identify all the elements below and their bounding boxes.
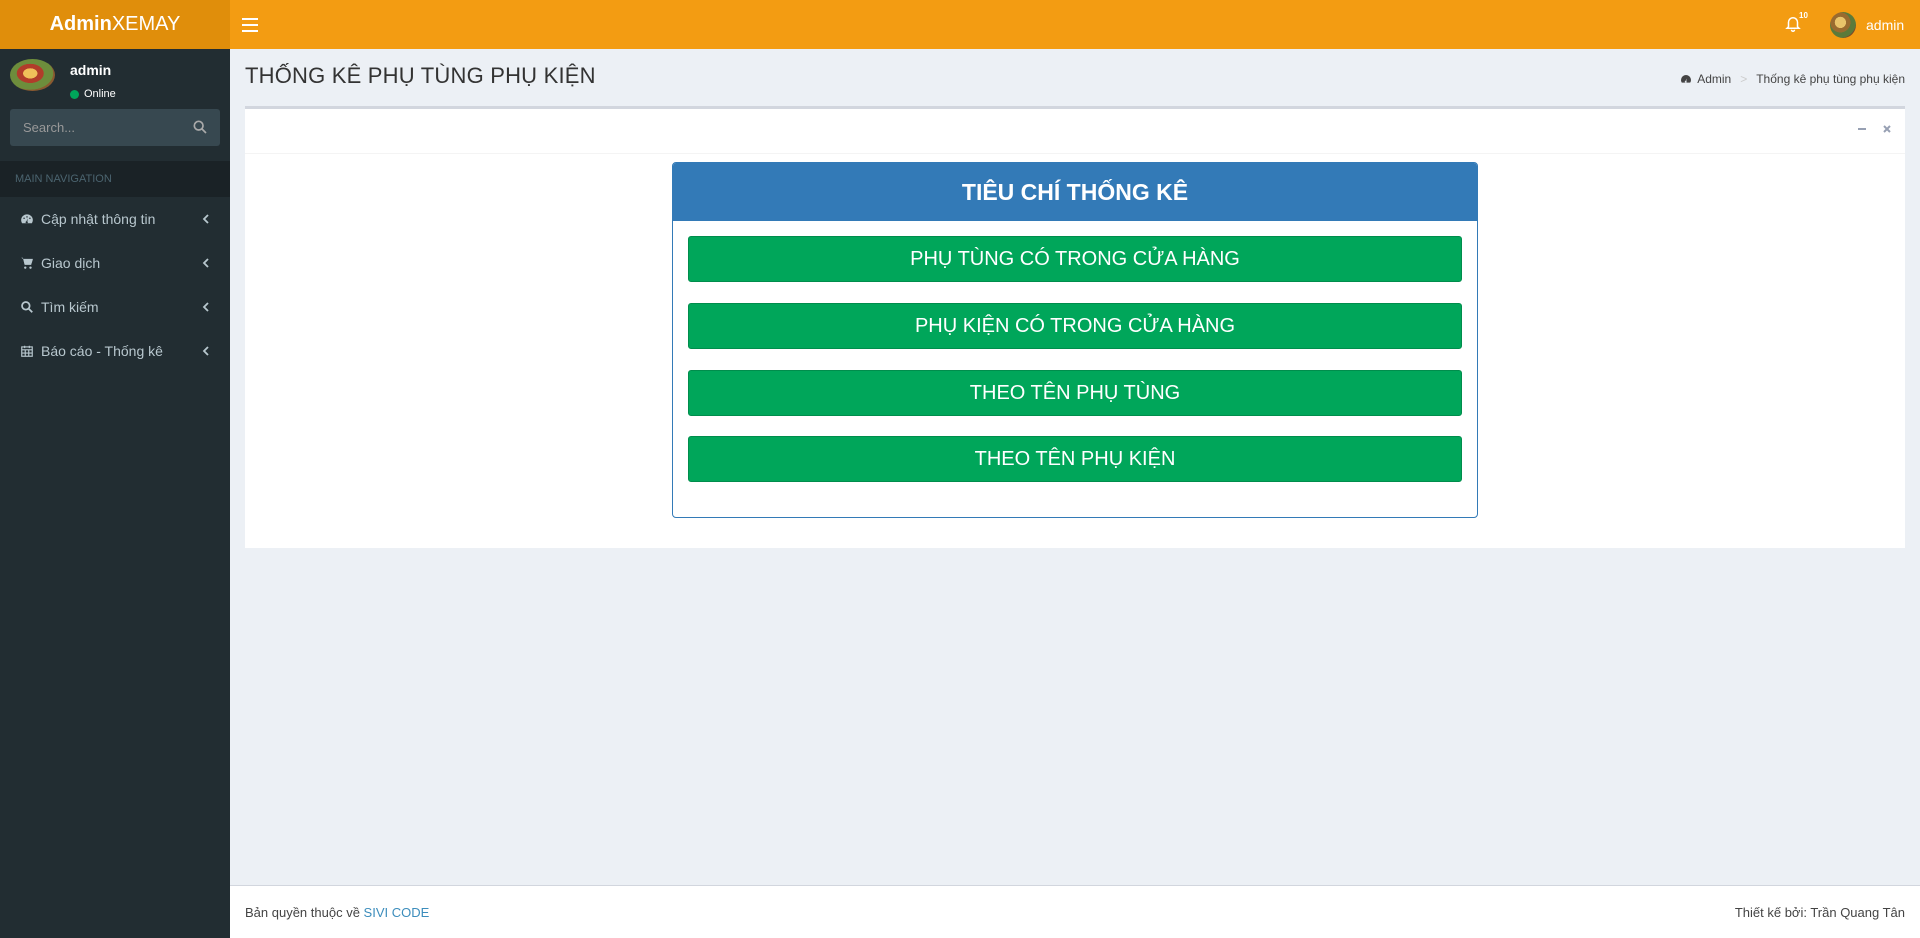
logo-bold: Admin [49,13,112,35]
shopping-cart-icon [18,256,36,270]
sidebar-item-transactions[interactable]: Giao dịch [0,241,230,285]
dashboard-icon [1681,75,1692,83]
panel-title: TIÊU CHÍ THỐNG KÊ [673,163,1477,221]
sidebar-item-search[interactable]: Tìm kiếm [0,285,230,329]
stat-by-part-name-button[interactable]: THEO TÊN PHỤ TÙNG [688,370,1462,416]
hamburger-line [242,18,258,20]
hamburger-line [242,30,258,32]
sidebar-user-name: admin [70,62,112,78]
footer-copyright: Bản quyền thuộc về SIVI CODE [245,905,429,920]
nav-header: MAIN NAVIGATION [0,161,230,197]
footer-designer: Thiết kế bởi: Trần Quang Tân [1734,905,1905,920]
chevron-left-icon [202,258,209,268]
close-icon[interactable] [1880,122,1894,136]
search-input[interactable] [10,120,180,135]
search-icon[interactable] [192,119,208,135]
page-title: THỐNG KÊ PHỤ TÙNG PHỤ KIỆN [245,63,596,88]
minus-icon[interactable] [1855,122,1869,136]
hamburger-line [242,24,258,26]
chevron-left-icon [202,302,209,312]
dashboard-icon [18,212,36,226]
user-panel: admin Online [10,59,220,100]
sidebar-item-label: Tìm kiếm [41,299,99,315]
user-menu[interactable]: admin [1830,10,1904,40]
stat-by-accessory-name-button[interactable]: THEO TÊN PHỤ KIỆN [688,436,1462,482]
notification-count-badge: 10 [1799,11,1808,20]
breadcrumb-current: Thống kê phụ tùng phụ kiện [1756,72,1905,86]
search-icon [18,300,36,314]
sidebar-item-update-info[interactable]: Cập nhật thông tin [0,197,230,241]
stat-parts-in-store-button[interactable]: PHỤ TÙNG CÓ TRONG CỬA HÀNG [688,236,1462,282]
sidebar: admin Online MAIN NAVIGATION Cập nhật th… [0,49,230,938]
criteria-panel: TIÊU CHÍ THỐNG KÊ PHỤ TÙNG CÓ TRONG CỬA … [672,162,1478,518]
app-logo[interactable]: AdminXEMAY [0,0,230,49]
sidebar-item-label: Cập nhật thông tin [41,211,156,227]
box-header [245,109,1905,154]
sidebar-search [10,109,220,146]
stat-accessories-in-store-button[interactable]: PHỤ KIỆN CÓ TRONG CỬA HÀNG [688,303,1462,349]
avatar [10,59,55,91]
online-status-icon [70,89,79,99]
calendar-icon [18,344,36,358]
user-status-label: Online [84,88,116,100]
sidebar-toggle-button[interactable] [242,14,258,34]
sidebar-item-reports[interactable]: Báo cáo - Thống kê [0,329,230,373]
sidebar-item-label: Báo cáo - Thống kê [41,343,163,359]
chevron-left-icon [202,346,209,356]
content-box: TIÊU CHÍ THỐNG KÊ PHỤ TÙNG CÓ TRONG CỬA … [245,106,1905,548]
logo-rest: XEMAY [111,13,181,35]
notifications-button[interactable]: 10 [1784,11,1808,36]
user-status: Online [70,88,116,100]
breadcrumb-separator: > [1740,72,1748,86]
copyright-link[interactable]: SIVI CODE [364,905,430,920]
breadcrumb-home-link[interactable]: Admin [1697,72,1731,86]
top-header: AdminXEMAY 10 admin [0,0,1920,49]
chevron-left-icon [202,214,209,224]
avatar [1830,12,1856,38]
sidebar-item-label: Giao dịch [41,255,101,271]
footer: Bản quyền thuộc về SIVI CODE Thiết kế bở… [230,885,1920,938]
breadcrumb: Admin > Thống kê phụ tùng phụ kiện [1680,72,1905,86]
header-user-name: admin [1866,17,1905,33]
copyright-text: Bản quyền thuộc về [245,905,360,920]
